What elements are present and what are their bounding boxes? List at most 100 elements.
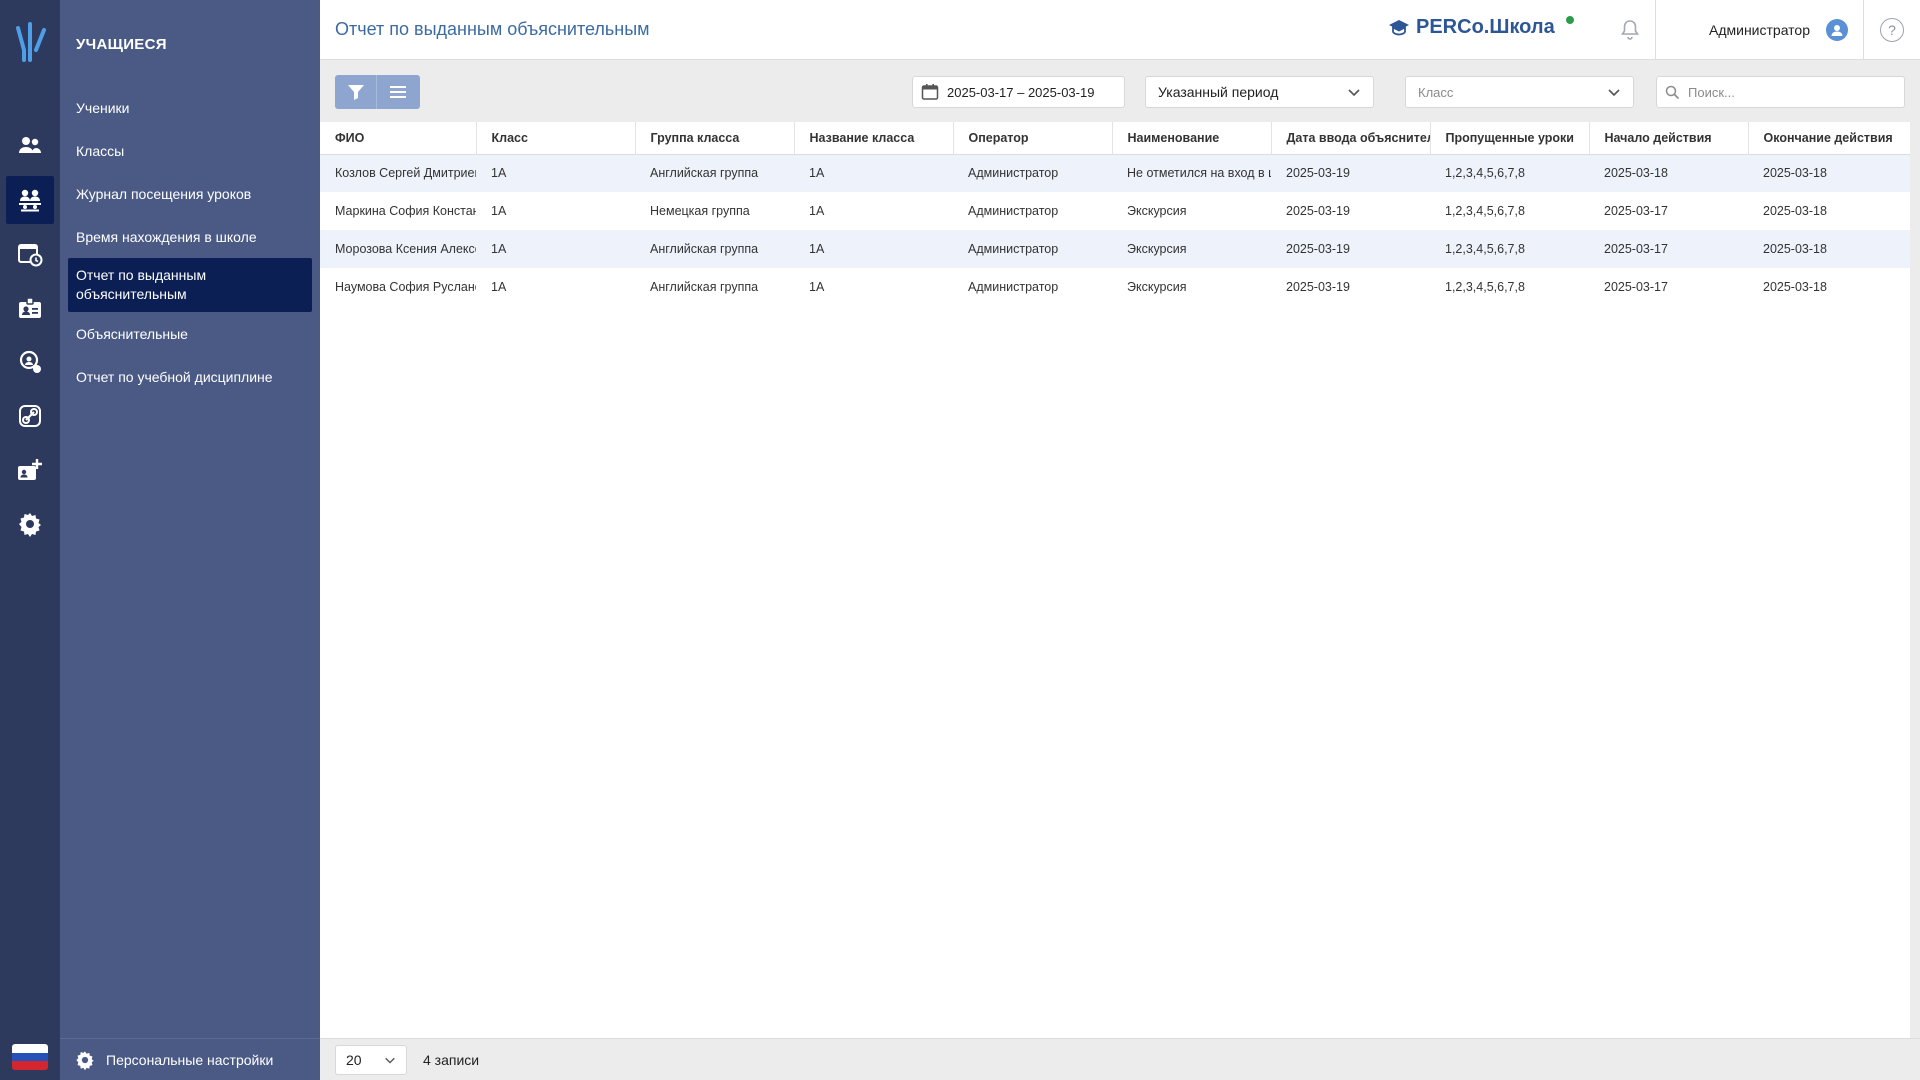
search-input[interactable] [1688, 84, 1888, 100]
cell-fio: Козлов Сергей Дмитриевич [320, 154, 476, 192]
sidebar-section-title: УЧАЩИЕСЯ [76, 36, 167, 53]
toolbar: 2025-03-17 – 2025-03-19 Указанный период… [320, 61, 1920, 122]
cell-start-date: 2025-03-17 [1604, 204, 1668, 218]
chevron-down-icon [1348, 89, 1360, 97]
top-header: Отчет по выданным объяснительным PERCo.Ш… [320, 0, 1920, 60]
rail-schedule[interactable] [6, 230, 54, 278]
sidebar-item-students[interactable]: Ученики [68, 86, 312, 129]
cell-reason: Экскурсия [1112, 230, 1271, 268]
column-header-operator[interactable]: Оператор [953, 122, 1113, 155]
cell-class: 1А [491, 204, 507, 218]
page-size-value: 20 [346, 1052, 362, 1068]
cell-operator: Администратор [968, 204, 1059, 218]
cell-end-date: 2025-03-18 [1763, 280, 1827, 294]
cell-class-group: Немецкая группа [650, 204, 750, 218]
students-icon [19, 137, 41, 153]
cell-entry-date: 2025-03-19 [1286, 280, 1350, 294]
sidebar-item-attendance-journal[interactable]: Журнал посещения уроков [68, 172, 312, 215]
header-divider [1655, 0, 1656, 60]
language-flag-icon[interactable] [12, 1044, 48, 1070]
cell-fio: Маркина София Константиновна [335, 204, 476, 218]
column-header-class-name[interactable]: Название класса [794, 122, 954, 155]
cell-entry-date: 2025-03-19 [1271, 154, 1430, 192]
cell-missed-lessons: 1,2,3,4,5,6,7,8 [1445, 280, 1525, 294]
help-icon[interactable]: ? [1880, 18, 1904, 42]
sidebar-item-classes[interactable]: Классы [68, 129, 312, 172]
cell-reason: Экскурсия [1127, 204, 1187, 218]
settings-icon [19, 513, 41, 537]
rail-add-card[interactable] [6, 446, 54, 494]
cell-operator: Администратор [953, 154, 1112, 192]
header-divider [1863, 0, 1864, 60]
user-name[interactable]: Администратор [1709, 22, 1810, 38]
class-select[interactable]: Класс [1405, 76, 1634, 108]
table-footer: 20 4 записи [320, 1038, 1920, 1080]
sidebar-item-explanatory-report[interactable]: Отчет по выданным объяснительным [68, 258, 312, 312]
menu-icon [390, 86, 406, 98]
rail-cards[interactable] [6, 284, 54, 332]
personal-settings-label: Персональные настройки [106, 1051, 274, 1068]
sidebar-item-explanatory-notes[interactable]: Объяснительные [68, 312, 312, 355]
column-header-reason[interactable]: Наименование [1112, 122, 1272, 155]
cell-missed-lessons: 1,2,3,4,5,6,7,8 [1430, 230, 1589, 268]
rail-links[interactable] [6, 392, 54, 440]
chevron-down-icon [385, 1057, 395, 1064]
cell-class-group: Английская группа [635, 230, 794, 268]
cell-entry-date: 2025-03-19 [1271, 230, 1430, 268]
period-select[interactable]: Указанный период [1145, 76, 1374, 108]
cell-class-group: Английская группа [650, 280, 759, 294]
cell-class-group: Английская группа [635, 154, 794, 192]
cell-fio: Наумова София Руслановна [335, 280, 476, 294]
table-row[interactable]: Маркина София Константиновна 1А Немецкая… [320, 192, 1910, 230]
table-header-row: ФИО Класс Группа класса Название класса … [320, 122, 1910, 155]
user-icon [1831, 25, 1843, 36]
cell-class-name: 1А [809, 204, 825, 218]
cell-missed-lessons: 1,2,3,4,5,6,7,8 [1445, 204, 1525, 218]
table-row[interactable]: Наумова София Руслановна 1А Английская г… [320, 268, 1910, 306]
column-header-missed-lessons[interactable]: Пропущенные уроки [1430, 122, 1590, 155]
personal-settings-button[interactable]: Персональные настройки [60, 1038, 320, 1080]
date-range-picker[interactable]: 2025-03-17 – 2025-03-19 [912, 76, 1125, 108]
table-row[interactable]: Козлов Сергей Дмитриевич 1А Английская г… [320, 154, 1910, 192]
logo-icon[interactable] [8, 20, 52, 64]
period-select-value: Указанный период [1158, 84, 1279, 100]
rail-students[interactable] [6, 122, 54, 170]
calendar-icon [921, 84, 939, 100]
cell-operator: Администратор [953, 230, 1112, 268]
cell-start-date: 2025-03-17 [1604, 280, 1668, 294]
cell-end-date: 2025-03-18 [1748, 154, 1910, 192]
cell-fio: Морозова Ксения Алексеевна [320, 230, 476, 268]
rail-students-group[interactable] [6, 176, 54, 224]
column-header-fio[interactable]: ФИО [320, 122, 477, 155]
link-icon [19, 405, 41, 427]
columns-menu-button[interactable] [377, 75, 419, 109]
record-count: 4 записи [423, 1052, 480, 1068]
column-header-class-group[interactable]: Группа класса [635, 122, 795, 155]
sidebar-item-time-in-school[interactable]: Время нахождения в школе [68, 215, 312, 258]
chevron-down-icon [1608, 89, 1620, 97]
rail-guard[interactable] [6, 338, 54, 386]
column-header-end-date[interactable]: Окончание действия [1748, 122, 1910, 155]
filter-button[interactable] [335, 75, 377, 109]
graduation-cap-icon [1389, 19, 1409, 35]
cell-missed-lessons: 1,2,3,4,5,6,7,8 [1430, 154, 1589, 192]
brand-name: PERCo.Школа [1416, 16, 1555, 38]
cell-class-name: 1А [794, 154, 953, 192]
gear-icon [76, 1050, 94, 1070]
bell-icon[interactable] [1618, 18, 1642, 42]
filter-icon [347, 85, 364, 100]
date-range-value: 2025-03-17 – 2025-03-19 [947, 84, 1095, 100]
id-card-icon [19, 297, 41, 318]
sidebar-item-discipline-report[interactable]: Отчет по учебной дисциплине [68, 355, 312, 398]
column-header-entry-date[interactable]: Дата ввода объяснительной [1271, 122, 1431, 155]
avatar[interactable] [1826, 19, 1848, 41]
column-header-class[interactable]: Класс [476, 122, 636, 155]
page-size-select[interactable]: 20 [335, 1045, 407, 1075]
column-header-start-date[interactable]: Начало действия [1589, 122, 1749, 155]
cell-class-name: 1А [794, 230, 953, 268]
table-row[interactable]: Морозова Ксения Алексеевна 1А Английская… [320, 230, 1910, 268]
search-box[interactable] [1656, 76, 1905, 108]
view-toggle [335, 75, 420, 109]
cell-entry-date: 2025-03-19 [1286, 204, 1350, 218]
rail-settings[interactable] [6, 500, 54, 548]
